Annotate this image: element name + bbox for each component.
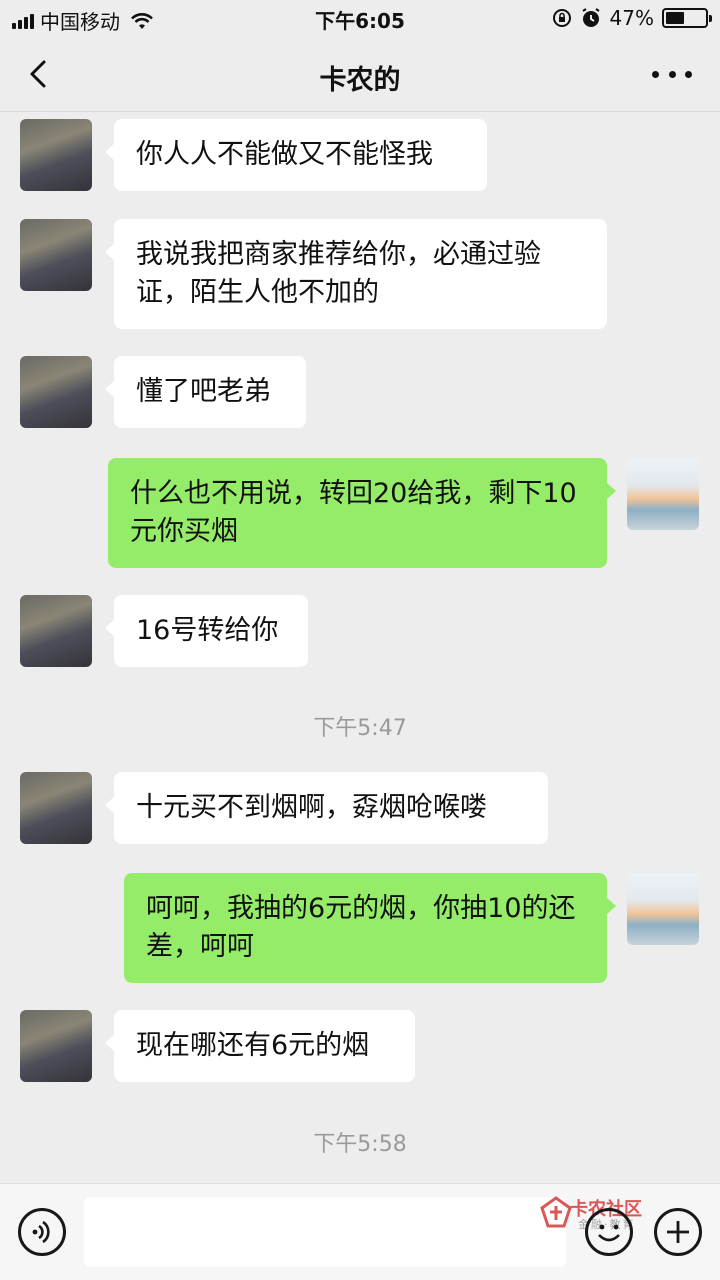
message-bubble-incoming[interactable]: 十元买不到烟啊，孬烟呛喉喽 — [105, 772, 548, 844]
rotation-lock-icon — [552, 9, 571, 27]
message-bubble-incoming[interactable]: 16号转给你 — [105, 595, 308, 667]
emoji-button[interactable] — [585, 1208, 633, 1256]
contact-avatar[interactable] — [20, 356, 92, 428]
message-timestamp: 下午5:58 — [313, 1132, 407, 1157]
voice-button[interactable] — [18, 1208, 66, 1256]
message-timestamp: 下午5:47 — [313, 716, 407, 741]
alarm-icon — [581, 8, 600, 27]
message-bubble-incoming[interactable]: 懂了吧老弟 — [105, 356, 306, 428]
message-bubble-outgoing[interactable]: 呵呵，我抽的6元的烟，你抽10的还差，呵呵 — [124, 873, 616, 983]
chat-title: 卡农的 — [319, 65, 401, 96]
more-icon[interactable] — [652, 62, 692, 86]
contact-avatar[interactable] — [20, 595, 92, 667]
battery-percent: 47% — [609, 6, 654, 30]
contact-avatar[interactable] — [20, 1010, 92, 1082]
message-bubble-incoming[interactable]: 你人人不能做又不能怪我 — [105, 119, 487, 191]
plus-icon — [667, 1221, 689, 1243]
contact-avatar[interactable] — [20, 772, 92, 844]
contact-avatar[interactable] — [20, 119, 92, 191]
nav-bar: 卡农的 — [0, 36, 720, 112]
message-bubble-incoming[interactable]: 我说我把商家推荐给你，必通过验证，陌生人他不加的 — [105, 219, 607, 329]
emoji-icon — [598, 1224, 620, 1242]
message-bubble-incoming[interactable]: 现在哪还有6元的烟 — [105, 1010, 415, 1082]
contact-avatar[interactable] — [20, 219, 92, 291]
input-bar: 卡农社区 金融·教育 — [0, 1183, 720, 1280]
plus-button[interactable] — [654, 1208, 702, 1256]
my-avatar[interactable] — [627, 458, 699, 530]
status-bar: 中国移动 下午6:05 47% — [0, 0, 720, 36]
message-bubble-outgoing[interactable]: 什么也不用说，转回20给我，剩下10元你买烟 — [108, 458, 616, 568]
status-right: 47% — [552, 6, 712, 30]
watermark-icon — [540, 1196, 572, 1228]
my-avatar[interactable] — [627, 873, 699, 945]
battery-icon — [662, 8, 712, 28]
voice-icon — [32, 1220, 50, 1244]
message-input[interactable] — [84, 1197, 566, 1267]
